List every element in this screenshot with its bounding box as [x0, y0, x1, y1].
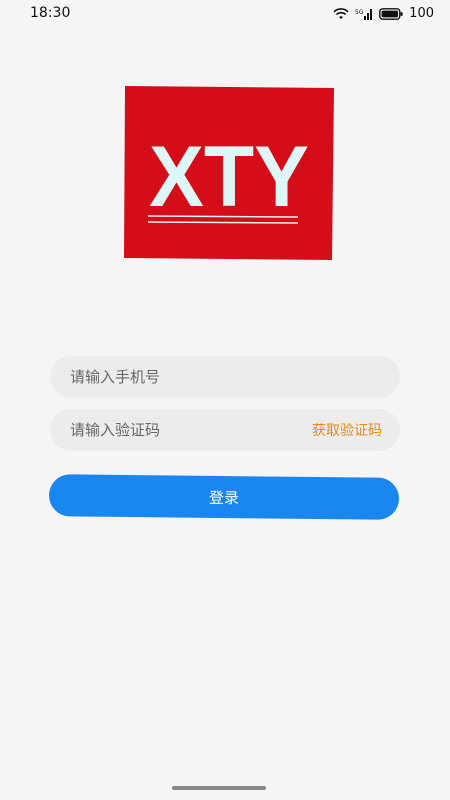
- svg-text:5G: 5G: [355, 9, 364, 16]
- logo-text: XTY: [149, 129, 309, 225]
- login-screen: 18:30 5G 100 XTY 请输入手机号 请输入验证码 获取验证码 登录: [0, 0, 450, 800]
- signal-icon: 5G: [355, 8, 373, 20]
- login-button[interactable]: 登录: [48, 474, 400, 520]
- battery-icon: [379, 7, 403, 20]
- verification-code-input[interactable]: [70, 409, 312, 451]
- phone-input[interactable]: [70, 356, 382, 398]
- status-time: 18:30: [30, 5, 71, 21]
- get-code-button[interactable]: 获取验证码: [312, 420, 382, 440]
- code-field[interactable]: 获取验证码: [50, 409, 400, 451]
- status-icons: 5G 100: [333, 6, 434, 21]
- app-logo: XTY: [124, 86, 334, 260]
- battery-level: 100: [409, 6, 434, 21]
- status-bar: 18:30 5G 100: [0, 0, 450, 32]
- phone-field[interactable]: [50, 356, 400, 398]
- home-indicator: [172, 786, 266, 790]
- wifi-icon: [333, 7, 349, 19]
